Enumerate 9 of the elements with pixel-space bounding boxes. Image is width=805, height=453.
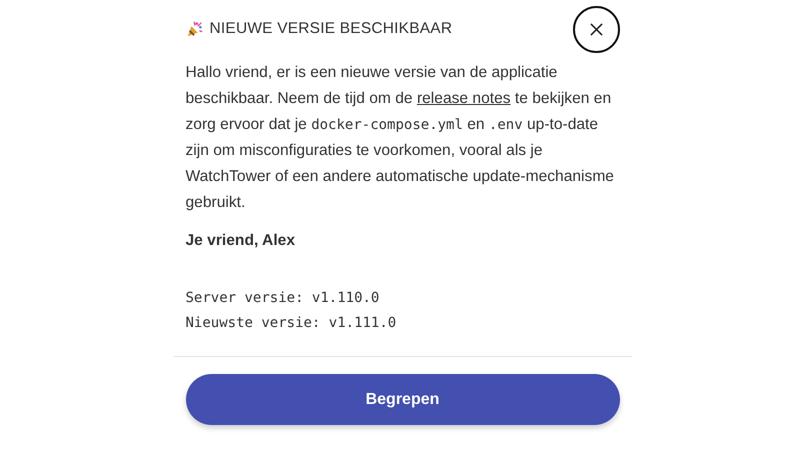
party-popper-icon — [186, 20, 204, 38]
version-text: Server versie: v1.110.0 — [186, 289, 380, 308]
message-text: Hallo vriend, er is een nieuwe versie van de applicatie beschikbaar. Neem de tijd om de release notes te bekijken en zorg ervoor dat je docker-compose.yml en .env up-to-date zijn om misconfiguraties te voorkomen, vooral als je WatchTower of een andere automatische update-mechanisme gebruikt. — [186, 63, 615, 213]
dialog-title: NIEUWE VERSIE BESCHIKBAAR — [210, 20, 454, 38]
close-icon — [590, 22, 602, 36]
version-text: Nieuwste versie: v1.111.0 — [186, 314, 398, 333]
release-notes-link[interactable]: release notes — [416, 90, 511, 107]
signature-text: Je vriend, Alex — [186, 231, 296, 251]
confirm-button[interactable]: Begrepen — [186, 374, 620, 425]
